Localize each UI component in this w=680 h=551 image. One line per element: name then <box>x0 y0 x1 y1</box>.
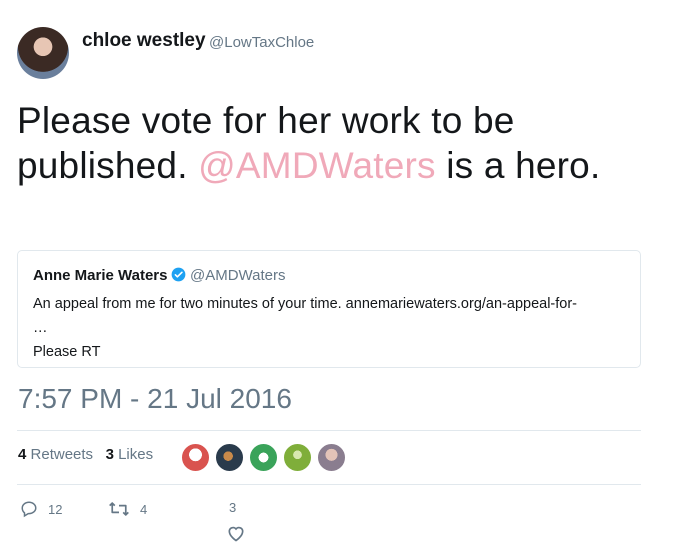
liker-avatars <box>181 443 346 472</box>
likes-label: Likes <box>118 446 154 463</box>
verified-badge-icon <box>171 267 186 282</box>
retweet-button[interactable]: 4 <box>108 500 147 518</box>
likes-stat[interactable]: 3 Likes <box>106 446 154 463</box>
mention-link[interactable]: @AMDWaters <box>198 145 436 186</box>
tweet-text-after: is a hero. <box>435 145 601 186</box>
author-handle[interactable]: @LowTaxChloe <box>209 34 314 51</box>
reply-button[interactable]: 12 <box>20 500 62 518</box>
quoted-tweet-text: An appeal from me for two minutes of you… <box>33 296 577 360</box>
liker-avatar-5[interactable] <box>317 443 346 472</box>
engagement-stats: 4 Retweets 3 Likes <box>18 446 153 463</box>
quoted-author-name: Anne Marie Waters <box>33 267 168 284</box>
like-count: 3 <box>229 500 237 515</box>
tweet-timestamp[interactable]: 7:57 PM - 21 Jul 2016 <box>18 383 292 415</box>
liker-avatar-1[interactable] <box>181 443 210 472</box>
divider <box>17 484 641 485</box>
liker-avatar-4[interactable] <box>283 443 312 472</box>
retweets-label: Retweets <box>30 446 94 463</box>
author-name[interactable]: chloe westley <box>82 30 206 52</box>
retweet-icon <box>109 502 129 516</box>
retweet-count: 4 <box>140 501 148 517</box>
divider <box>17 430 641 431</box>
retweets-count: 4 <box>18 446 27 463</box>
author-avatar[interactable] <box>17 27 69 79</box>
liker-avatar-3[interactable] <box>249 443 278 472</box>
retweets-stat[interactable]: 4 Retweets <box>18 446 93 463</box>
reply-count: 12 <box>48 501 63 517</box>
liker-avatar-2[interactable] <box>215 443 244 472</box>
quoted-author-handle: @AMDWaters <box>190 267 286 284</box>
heart-icon[interactable] <box>226 523 246 543</box>
tweet-text: Please vote for her work to be published… <box>17 98 617 188</box>
likes-count: 3 <box>105 446 114 463</box>
quoted-tweet[interactable]: Anne Marie Waters @AMDWaters An appeal f… <box>17 250 641 368</box>
reply-icon <box>21 501 37 518</box>
